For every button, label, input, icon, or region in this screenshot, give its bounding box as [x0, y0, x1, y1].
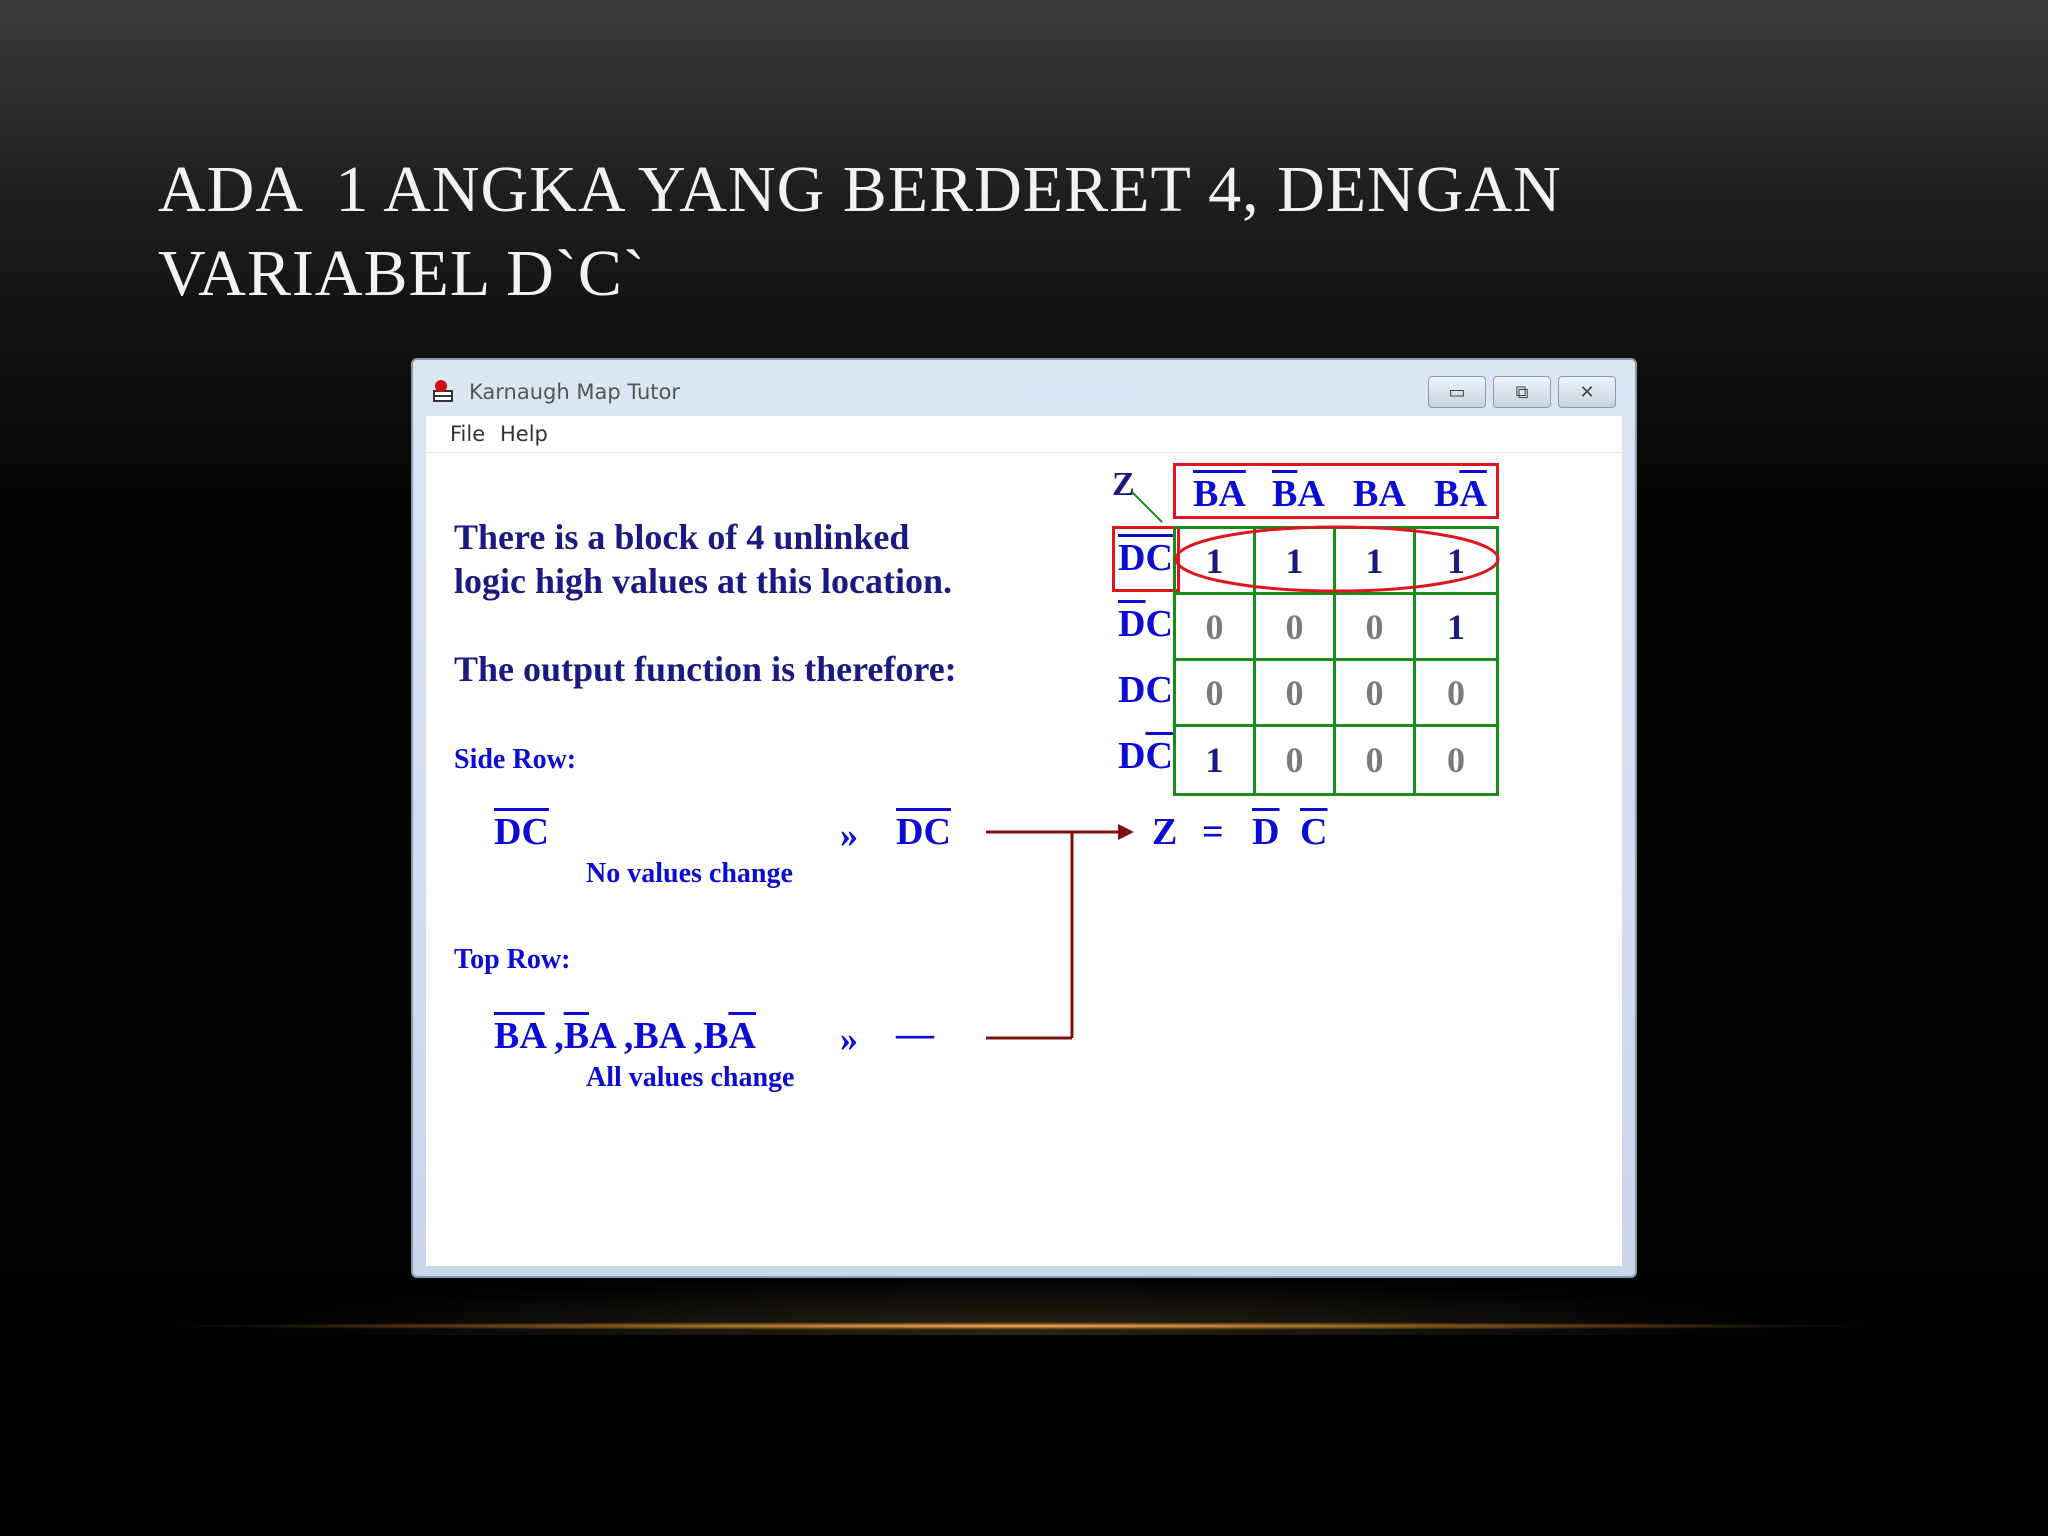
close-button[interactable]: ✕: [1558, 376, 1616, 408]
maximize-icon: ⧉: [1515, 381, 1529, 403]
slide-title-line2: VARIABEL D`C`: [158, 237, 646, 310]
minimize-button[interactable]: ▭: [1428, 376, 1486, 408]
connector-lines: [986, 824, 1134, 1040]
window-titlebar[interactable]: Karnaugh Map Tutor ▭ ⧉ ✕: [413, 360, 1635, 416]
minimize-icon: ▭: [1448, 381, 1466, 403]
slide-title-line1: ADA 1 ANGKA YANG BERDERET 4, DENGAN: [158, 153, 1562, 226]
output-equals: =: [1202, 811, 1224, 853]
karnaugh-map-tutor-window: Karnaugh Map Tutor ▭ ⧉ ✕ File Help There…: [411, 358, 1637, 1278]
maximize-button[interactable]: ⧉: [1493, 376, 1551, 408]
app-icon: [433, 380, 453, 402]
window-title: Karnaugh Map Tutor: [469, 380, 680, 404]
output-d: D: [1252, 811, 1280, 853]
output-z: Z: [1152, 811, 1178, 853]
close-icon: ✕: [1579, 381, 1595, 403]
slide-title: ADA 1 ANGKA YANG BERDERET 4, DENGAN VARI…: [158, 148, 1858, 316]
output-c: C: [1300, 811, 1328, 853]
bottom-glow-line: [160, 1322, 1880, 1330]
client-area: File Help There is a block of 4 unlinked…: [426, 416, 1622, 1266]
